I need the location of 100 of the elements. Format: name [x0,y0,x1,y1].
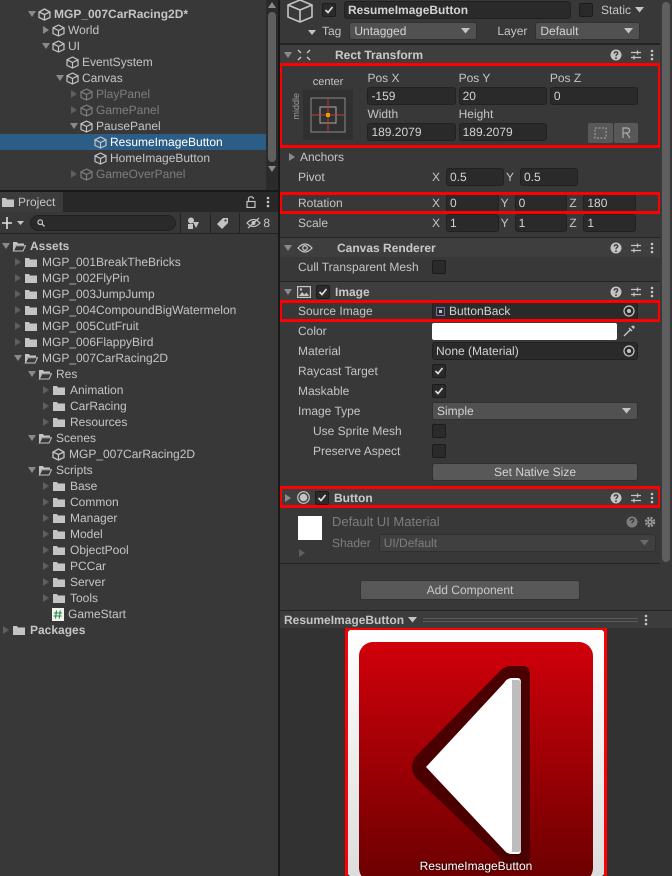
object-field[interactable]: ButtonBack [432,302,638,320]
checkbox[interactable] [432,260,446,274]
component-header[interactable]: Canvas Renderer [280,237,660,257]
more-menu-icon[interactable] [644,614,648,626]
hierarchy-item[interactable]: UI [0,38,266,54]
help-icon[interactable] [610,286,622,298]
color-swatch[interactable] [432,322,617,340]
preset-sliders-icon[interactable] [630,286,642,298]
expand-arrow-icon[interactable] [2,242,10,250]
project-item[interactable]: MGP_004CompoundBigWatermelon [0,302,278,318]
object-picker-icon[interactable] [623,305,635,317]
expand-arrow-icon[interactable] [28,466,36,474]
help-icon[interactable] [626,516,638,528]
more-menu-icon[interactable] [650,242,654,254]
help-icon[interactable] [610,492,622,504]
project-item[interactable]: Resources [0,414,278,430]
project-item[interactable]: MGP_007CarRacing2D [0,446,278,462]
project-item[interactable]: Assets [0,238,278,254]
caret-icon[interactable] [624,28,633,34]
number-field[interactable]: 20 [458,87,547,105]
project-item[interactable]: Server [0,574,278,590]
hierarchy-item[interactable]: ResumeImageButton [0,134,266,150]
project-item[interactable]: GameStart [0,606,278,622]
search-field[interactable] [30,214,176,230]
tag-dropdown[interactable]: Untagged [349,22,478,40]
number-field[interactable]: 1 [446,214,499,232]
expand-arrow-icon[interactable] [56,74,64,82]
collapse-arrow-icon[interactable] [42,26,50,34]
number-field[interactable]: 1 [514,214,568,232]
caret-icon[interactable] [461,28,470,34]
expand-arrow-icon[interactable] [28,434,36,442]
project-item[interactable]: PCCar [0,558,278,574]
checkbox[interactable] [322,3,336,17]
collapse-arrow-icon[interactable] [298,549,306,557]
scrollbar[interactable] [266,0,278,190]
project-item[interactable]: MGP_005CutFruit [0,318,278,334]
project-item[interactable]: Tools [0,590,278,606]
number-field[interactable]: 0 [446,194,499,212]
hierarchy-item[interactable]: HomeImageButton [0,150,266,166]
checkbox[interactable] [316,284,330,298]
project-item[interactable]: Base [0,478,278,494]
help-icon[interactable] [610,48,622,60]
object-field[interactable]: None (Material) [432,342,638,360]
collapse-arrow-icon[interactable] [288,153,296,161]
component-header[interactable]: Image [280,281,660,301]
checkbox[interactable] [432,424,446,438]
lock-icon[interactable] [246,196,256,208]
component-header[interactable]: Button [280,487,660,507]
collapse-arrow-icon[interactable] [284,494,292,502]
expand-arrow-icon[interactable] [70,122,78,130]
scroll-down-icon[interactable] [268,166,276,172]
number-field[interactable]: -159 [367,87,456,105]
project-item[interactable]: MGP_003JumpJump [0,286,278,302]
project-item[interactable]: Manager [0,510,278,526]
checkbox[interactable] [578,3,593,17]
number-field[interactable]: 0 [550,87,638,105]
dropdown[interactable]: Simple [432,402,638,420]
expand-arrow-icon[interactable] [284,244,292,252]
static-dropdown[interactable]: Static [600,2,644,18]
number-field[interactable]: 189.2079 [367,123,456,141]
scroll-up-icon[interactable] [268,2,276,8]
project-item[interactable]: Model [0,526,278,542]
number-field[interactable]: 1 [583,214,636,232]
preset-sliders-icon[interactable] [630,492,642,504]
more-menu-icon[interactable] [650,492,654,504]
blueprint-mode-button[interactable] [588,123,613,143]
project-item[interactable]: Res [0,366,278,382]
hierarchy-item[interactable]: MGP_007CarRacing2D* [0,6,266,22]
panel-tab[interactable]: Project [0,192,64,212]
project-item[interactable]: Common [0,494,278,510]
component-header[interactable]: Rect Transform [280,44,660,64]
add-component-button[interactable]: Add Component [360,580,580,600]
project-item[interactable]: Animation [0,382,278,398]
more-menu-icon[interactable] [650,286,654,298]
preset-sliders-icon[interactable] [630,242,642,254]
add-dropdown-icon[interactable] [2,216,26,228]
expand-arrow-icon[interactable] [42,42,50,50]
hierarchy-item[interactable]: Canvas [0,70,266,86]
number-field[interactable]: 0 [514,194,568,212]
project-item[interactable]: CarRacing [0,398,278,414]
more-menu-icon[interactable] [266,196,270,208]
project-item[interactable]: Scenes [0,430,278,446]
caret-icon[interactable] [622,408,631,414]
eyedropper-icon[interactable] [623,325,635,337]
project-item[interactable]: MGP_006FlappyBird [0,334,278,350]
checkbox[interactable] [432,364,446,378]
number-field[interactable]: 0.5 [520,168,578,186]
expand-arrow-icon[interactable] [284,288,292,296]
hierarchy-item[interactable]: EventSystem [0,54,266,70]
object-picker-icon[interactable] [623,345,635,357]
caret-icon[interactable] [408,616,418,622]
number-field[interactable]: 189.2079 [458,123,547,141]
object-name-field[interactable]: ResumeImageButton [344,1,571,19]
raw-edit-mode-button[interactable] [613,123,638,143]
project-item[interactable]: MGP_001BreakTheBricks [0,254,278,270]
layer-dropdown[interactable]: Default [535,22,640,40]
hierarchy-item[interactable]: PausePanel [0,118,266,134]
caret-icon[interactable] [635,7,644,13]
preset-sliders-icon[interactable] [630,48,642,60]
number-field[interactable]: 180 [583,194,636,212]
